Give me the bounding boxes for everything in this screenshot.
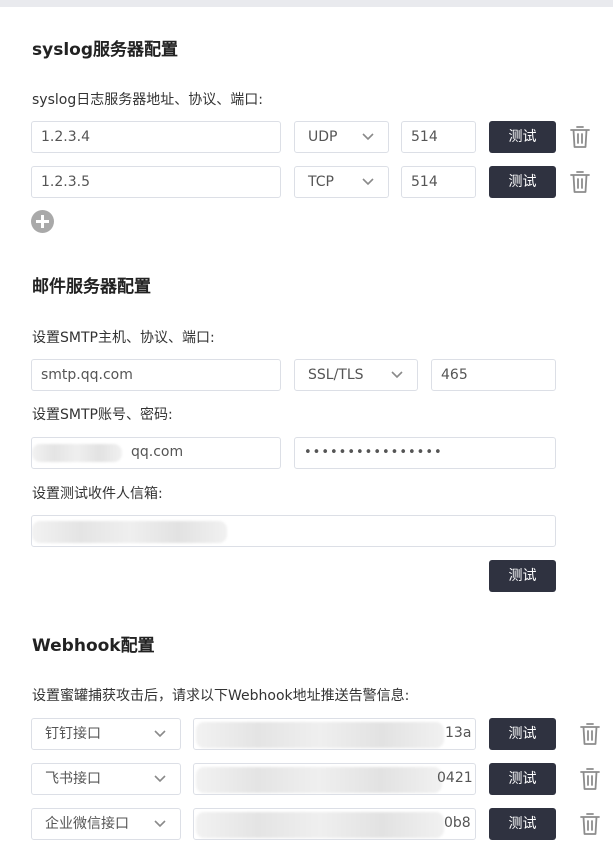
chevron-down-icon xyxy=(362,133,374,141)
redacted-block xyxy=(196,812,444,838)
trash-icon[interactable] xyxy=(579,812,601,836)
syslog-label: syslog日志服务器地址、协议、端口: xyxy=(32,92,263,108)
webhook-url-suffix-1: 13a xyxy=(445,725,472,741)
webhook-test-button-1[interactable]: 测试 xyxy=(489,718,556,750)
webhook-url-suffix-3: 0b8 xyxy=(444,815,471,831)
syslog-protocol-select-1[interactable]: UDP xyxy=(294,121,389,153)
recipient-email-input[interactable] xyxy=(31,515,556,547)
syslog-address-input-1[interactable]: 1.2.3.4 xyxy=(31,121,281,153)
syslog-port-input-2[interactable]: 514 xyxy=(401,166,476,198)
webhook-type-value-2: 飞书接口 xyxy=(45,771,101,787)
webhook-section-title: Webhook配置 xyxy=(32,636,155,656)
webhook-type-select-1[interactable]: 钉钉接口 xyxy=(31,718,181,750)
trash-icon[interactable] xyxy=(569,125,591,149)
syslog-port-input-1[interactable]: 514 xyxy=(401,121,476,153)
redacted-block xyxy=(32,521,227,543)
webhook-test-button-3[interactable]: 测试 xyxy=(489,808,556,840)
top-bar xyxy=(0,0,613,7)
webhook-type-value-1: 钉钉接口 xyxy=(45,726,101,742)
smtp-host-label: 设置SMTP主机、协议、端口: xyxy=(32,330,215,346)
redacted-block xyxy=(196,767,442,793)
smtp-host-input[interactable]: smtp.qq.com xyxy=(31,359,281,391)
syslog-protocol-value-2: TCP xyxy=(308,174,334,190)
smtp-protocol-value: SSL/TLS xyxy=(308,367,364,383)
webhook-label: 设置蜜罐捕获攻击后，请求以下Webhook地址推送告警信息: xyxy=(32,688,410,704)
syslog-test-button-2[interactable]: 测试 xyxy=(489,166,556,198)
syslog-address-input-2[interactable]: 1.2.3.5 xyxy=(31,166,281,198)
chevron-down-icon xyxy=(154,775,166,783)
webhook-type-value-3: 企业微信接口 xyxy=(45,816,129,832)
smtp-port-input[interactable]: 465 xyxy=(431,359,556,391)
webhook-url-input-1[interactable] xyxy=(193,718,476,750)
syslog-test-button-1[interactable]: 测试 xyxy=(489,121,556,153)
webhook-url-input-2[interactable] xyxy=(193,763,476,795)
chevron-down-icon xyxy=(362,178,374,186)
syslog-protocol-select-2[interactable]: TCP xyxy=(294,166,389,198)
webhook-url-suffix-2: 0421 xyxy=(437,770,473,786)
webhook-type-select-2[interactable]: 飞书接口 xyxy=(31,763,181,795)
chevron-down-icon xyxy=(391,371,403,379)
recipient-label: 设置测试收件人信箱: xyxy=(32,486,163,502)
redacted-block xyxy=(196,722,444,748)
syslog-section-title: syslog服务器配置 xyxy=(32,40,178,60)
syslog-protocol-value-1: UDP xyxy=(308,129,338,145)
webhook-url-input-3[interactable] xyxy=(193,808,476,840)
smtp-account-label: 设置SMTP账号、密码: xyxy=(32,407,173,423)
trash-icon[interactable] xyxy=(569,170,591,194)
mail-test-button[interactable]: 测试 xyxy=(489,560,556,592)
mail-section-title: 邮件服务器配置 xyxy=(32,277,151,297)
trash-icon[interactable] xyxy=(579,722,601,746)
trash-icon[interactable] xyxy=(579,767,601,791)
webhook-test-button-2[interactable]: 测试 xyxy=(489,763,556,795)
smtp-account-suffix: qq.com xyxy=(131,444,184,460)
webhook-type-select-3[interactable]: 企业微信接口 xyxy=(31,808,181,840)
smtp-password-input[interactable]: •••••••••••••••• xyxy=(294,437,556,469)
redacted-block xyxy=(32,444,122,462)
smtp-protocol-select[interactable]: SSL/TLS xyxy=(294,359,418,391)
chevron-down-icon xyxy=(154,730,166,738)
add-circle-icon[interactable] xyxy=(31,210,54,233)
chevron-down-icon xyxy=(154,820,166,828)
